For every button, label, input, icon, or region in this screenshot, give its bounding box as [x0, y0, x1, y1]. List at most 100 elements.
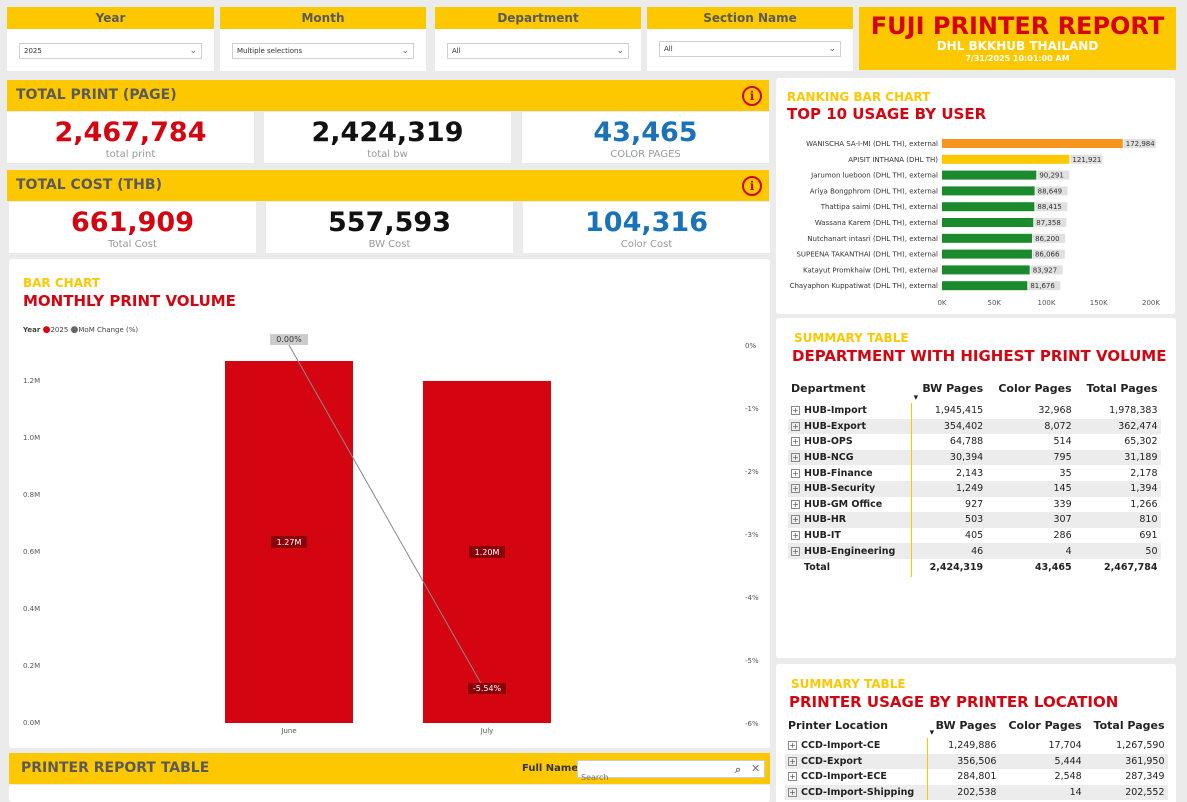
expand-icon[interactable]: +: [788, 772, 797, 782]
cell-value: 17,704: [1048, 740, 1082, 752]
user-bar[interactable]: [942, 249, 1032, 259]
kpi-label: total bw: [367, 149, 408, 160]
column-header[interactable]: Total Pages: [1075, 373, 1161, 403]
kpi-bw-cost: 557,593 BW Cost: [266, 202, 513, 253]
slicer-department[interactable]: Department All ⌄: [435, 7, 641, 71]
sort-desc-icon[interactable]: ▾: [930, 728, 935, 738]
table-row[interactable]: + CCD-Import-ECE 284,801 2,548 287,349: [785, 769, 1168, 785]
month-dropdown[interactable]: Multiple selections ⌄: [232, 43, 414, 59]
expand-icon[interactable]: +: [788, 788, 797, 798]
expand-icon[interactable]: +: [791, 515, 800, 525]
column-header[interactable]: Color Pages: [999, 712, 1084, 738]
expand-icon[interactable]: +: [791, 531, 800, 541]
user-bar[interactable]: [942, 154, 1070, 164]
table-row[interactable]: + HUB-Finance 2,143 35 2,178: [788, 465, 1161, 481]
row-label: + HUB-Import: [791, 405, 867, 417]
section-dropdown[interactable]: All ⌄: [659, 41, 841, 57]
expand-icon[interactable]: +: [788, 756, 797, 766]
expand-icon[interactable]: +: [791, 437, 800, 447]
department-dropdown[interactable]: All ⌄: [447, 43, 629, 59]
column-header[interactable]: BW Pages ▾: [928, 712, 1000, 739]
cell-value: 202,552: [1084, 784, 1168, 801]
column-header[interactable]: Department: [788, 373, 912, 403]
y-tick-label: 0.0M: [23, 719, 40, 727]
cell-value: 50: [1074, 543, 1161, 559]
sort-desc-icon[interactable]: ▾: [914, 393, 919, 403]
table-row[interactable]: + HUB-Export 354,402 8,072 362,474: [788, 418, 1161, 435]
table-row[interactable]: + HUB-OPS 64,788 514 65,302: [788, 434, 1161, 450]
column-header[interactable]: Color Pages: [986, 373, 1074, 403]
total-label: Total: [804, 562, 830, 574]
department-table-card: SUMMARY TABLE DEPARTMENT WITH HIGHEST PR…: [776, 318, 1176, 658]
year-dropdown[interactable]: 2025 ⌄: [19, 43, 202, 59]
value-label: 86,066: [1035, 251, 1060, 259]
expand-icon[interactable]: +: [791, 499, 800, 509]
dropdown-value: Multiple selections: [237, 47, 303, 55]
table-row[interactable]: + CCD-Export 356,506 5,444 361,950: [785, 753, 1168, 770]
kpi-label: Color Cost: [620, 239, 673, 250]
x-tick-label: 200K: [1142, 299, 1160, 307]
table-title: PRINTER USAGE BY PRINTER LOCATION: [789, 693, 1119, 711]
user-bar[interactable]: [942, 218, 1034, 227]
user-bar[interactable]: [942, 170, 1037, 180]
kpi-total-cost: 661,909 Total Cost: [9, 202, 256, 253]
table-row[interactable]: + CCD-Import-CE 1,249,886 17,704 1,267,590: [785, 738, 1168, 754]
expand-icon[interactable]: +: [791, 421, 800, 431]
mom-data-label: 0.00%: [276, 335, 302, 344]
slicer-year[interactable]: Year 2025 ⌄: [7, 7, 214, 71]
value-label: 90,291: [1039, 172, 1064, 180]
row-label: + CCD-Import-CE: [788, 740, 881, 752]
total-value: 43,465: [1034, 562, 1072, 574]
kpi-label: total print: [105, 149, 156, 160]
expand-icon[interactable]: +: [791, 453, 800, 463]
table-row[interactable]: + CCD-Import-Shipping 202,538 14 202,552: [785, 784, 1168, 801]
table-row[interactable]: + HUB-GM Office 927 339 1,266: [788, 496, 1161, 513]
expand-icon[interactable]: +: [791, 406, 800, 416]
table-title: DEPARTMENT WITH HIGHEST PRINT VOLUME: [792, 347, 1167, 365]
slicer-title: Year: [7, 7, 214, 29]
slicer-month[interactable]: Month Multiple selections ⌄: [220, 7, 426, 71]
user-bar[interactable]: [942, 233, 1033, 243]
table-row[interactable]: + HUB-Engineering 46 4 50: [788, 543, 1161, 559]
row-label: + HUB-IT: [791, 530, 841, 542]
cell-value: 1,266: [1130, 498, 1158, 510]
search-icon[interactable]: ⌕: [735, 754, 741, 785]
table-row[interactable]: + HUB-Import 1,945,415 32,968 1,978,383: [788, 403, 1161, 419]
info-icon[interactable]: i: [742, 176, 762, 196]
cell-value: 2,548: [1054, 771, 1082, 783]
user-bar[interactable]: [942, 281, 1028, 291]
kpi-value: 2,424,319: [311, 117, 464, 148]
clear-icon[interactable]: ✕: [751, 753, 760, 784]
info-icon[interactable]: i: [742, 86, 762, 106]
kpi-total-print: 2,467,784 total print: [7, 112, 254, 163]
expand-icon[interactable]: +: [788, 741, 797, 751]
cell-value: 286: [1053, 530, 1072, 542]
expand-icon[interactable]: +: [791, 484, 800, 494]
column-header[interactable]: BW Pages ▾: [912, 373, 987, 404]
y2-tick-label: -2%: [745, 468, 759, 476]
table-row[interactable]: + HUB-Security 1,249 145 1,394: [788, 480, 1161, 497]
value-label: 83,927: [1033, 266, 1058, 274]
row-label: + HUB-GM Office: [791, 498, 883, 510]
expand-icon[interactable]: +: [791, 546, 800, 556]
user-bar[interactable]: [942, 202, 1035, 212]
table-row[interactable]: + HUB-HR 503 307 810: [788, 512, 1161, 528]
user-bar[interactable]: [942, 139, 1123, 148]
expand-icon[interactable]: +: [791, 468, 800, 478]
section-header-label: TOTAL PRINT (PAGE): [16, 87, 177, 103]
column-header[interactable]: Total Pages: [1085, 712, 1168, 738]
total-value: 2,424,319: [911, 558, 987, 577]
chevron-down-icon: ⌄: [828, 44, 836, 54]
user-bar[interactable]: [942, 265, 1030, 275]
table-row[interactable]: + HUB-NCG 30,394 795 31,189: [788, 449, 1161, 466]
row-label: + HUB-Finance: [791, 467, 873, 479]
full-name-search[interactable]: ⌕ ✕: [577, 760, 765, 786]
search-input[interactable]: [578, 769, 728, 786]
column-header[interactable]: Printer Location: [785, 712, 928, 738]
user-bar[interactable]: [942, 186, 1035, 196]
cell-value: 339: [1053, 498, 1072, 510]
cell-value: 5,444: [999, 753, 1085, 770]
table-row[interactable]: + HUB-IT 405 286 691: [788, 527, 1161, 544]
chevron-down-icon: ⌄: [189, 46, 197, 56]
slicer-section-name[interactable]: Section Name All ⌄: [647, 7, 853, 71]
